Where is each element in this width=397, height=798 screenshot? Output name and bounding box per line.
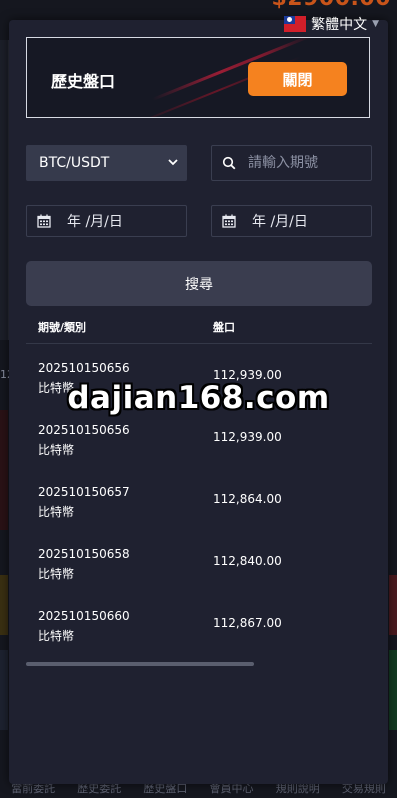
row-issue-number: 202510150658: [38, 547, 130, 561]
background-chart-edge: [0, 40, 9, 340]
row-price: 112,867.00: [213, 616, 282, 630]
background-panel-gold: [0, 575, 8, 635]
calendar-icon: [222, 214, 236, 228]
table-row: 202510150660 比特幣 112,867.00: [26, 592, 372, 654]
background-price: $2900.00: [271, 0, 391, 11]
table-header: 期號/類別 盤口: [26, 310, 372, 344]
modal-title: 歷史盤口: [51, 72, 116, 91]
row-id-cell: 202510150656 比特幣: [38, 358, 130, 398]
row-price: 112,939.00: [213, 430, 282, 444]
row-id-cell: 202510150660 比特幣: [38, 606, 130, 646]
end-date-field[interactable]: 年 /月/日: [211, 205, 372, 237]
column-header-price: 盤口: [213, 321, 235, 334]
chevron-down-icon: [168, 158, 178, 169]
language-label: 繁體中文: [311, 17, 368, 33]
row-issue-number: 202510150657: [38, 485, 130, 499]
background-panel-red: [389, 575, 397, 635]
row-price: 112,864.00: [213, 492, 282, 506]
language-selector[interactable]: 繁體中文 ▼: [284, 14, 379, 34]
table-row: 202510150657 比特幣 112,864.00: [26, 468, 372, 530]
start-date-field[interactable]: 年 /月/日: [26, 205, 187, 237]
column-header-id: 期號/類別: [38, 321, 87, 334]
caret-down-icon: ▼: [372, 19, 379, 29]
row-id-cell: 202510150657 比特幣: [38, 482, 130, 522]
row-category: 比特幣: [38, 567, 75, 581]
taiwan-flag-icon: [284, 16, 307, 32]
issue-search-input[interactable]: [246, 154, 360, 172]
modal-header: 歷史盤口 關閉: [26, 37, 370, 118]
search-button[interactable]: 搜尋: [26, 261, 372, 306]
row-id-cell: 202510150658 比特幣: [38, 544, 130, 584]
pair-select[interactable]: BTC/USDT: [26, 145, 187, 181]
history-table: 期號/類別 盤口 202510150656 比特幣 112,939.00 202…: [26, 310, 372, 654]
row-issue-number: 202510150656: [38, 423, 130, 437]
row-price: 112,939.00: [213, 368, 282, 382]
row-category: 比特幣: [38, 629, 75, 643]
close-button[interactable]: 關閉: [248, 62, 347, 96]
end-date-value: 年 /月/日: [252, 214, 308, 230]
row-category: 比特幣: [38, 443, 75, 457]
calendar-icon: [37, 214, 51, 228]
start-date-value: 年 /月/日: [67, 214, 123, 230]
row-category: 比特幣: [38, 505, 75, 519]
background-panel-green: [389, 650, 397, 730]
history-modal: 歷史盤口 關閉 BTC/USDT 年 /月/日 年 /月/日 搜尋 期號/類別 …: [9, 20, 388, 784]
issue-search-field[interactable]: [211, 145, 372, 181]
pair-select-value: BTC/USDT: [39, 155, 110, 171]
row-price: 112,840.00: [213, 554, 282, 568]
background-panel-dark: [0, 650, 8, 730]
horizontal-scrollbar[interactable]: [26, 662, 254, 666]
row-id-cell: 202510150656 比特幣: [38, 420, 130, 460]
table-row: 202510150656 比特幣 112,939.00: [26, 406, 372, 468]
row-issue-number: 202510150656: [38, 361, 130, 375]
search-icon: [222, 156, 236, 170]
table-row: 202510150658 比特幣 112,840.00: [26, 530, 372, 592]
table-row: 202510150656 比特幣 112,939.00: [26, 344, 372, 406]
row-category: 比特幣: [38, 381, 75, 395]
row-issue-number: 202510150660: [38, 609, 130, 623]
background-candles: [0, 410, 8, 530]
